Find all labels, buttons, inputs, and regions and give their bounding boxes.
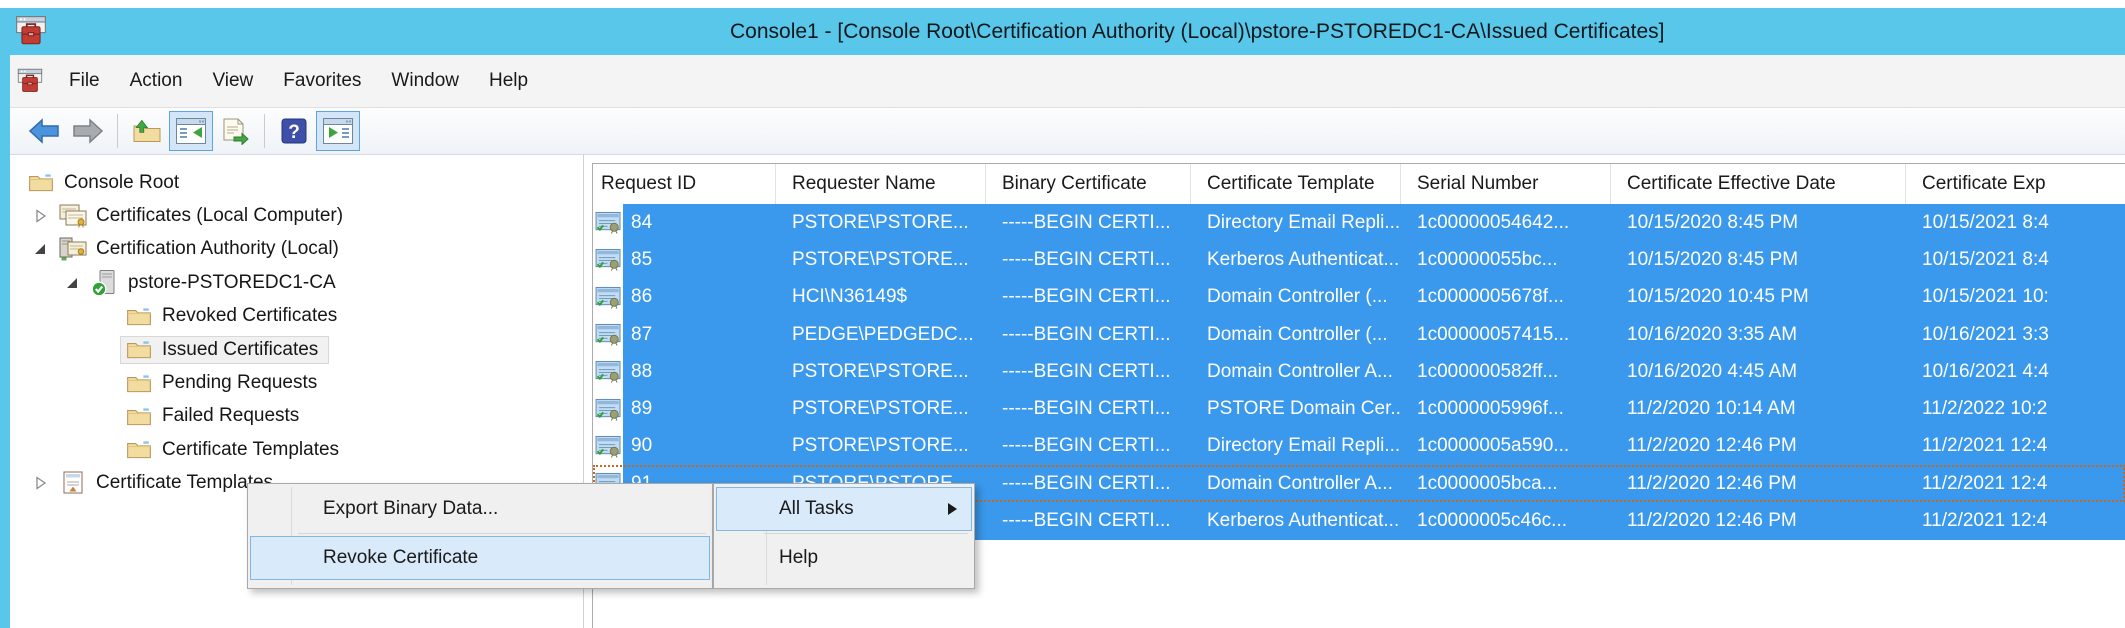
menu-help[interactable]: Help xyxy=(474,55,543,107)
forward-button[interactable] xyxy=(66,111,110,151)
toolbar: ? xyxy=(10,108,2125,155)
folder-icon xyxy=(123,373,155,394)
show-hide-action-pane-button[interactable] xyxy=(316,111,360,151)
submenu-arrow-icon xyxy=(948,503,957,515)
expand-arrow-icon[interactable] xyxy=(28,209,54,223)
menu-item-revoke-certificate[interactable]: Revoke Certificate xyxy=(250,536,710,580)
help-button[interactable]: ? xyxy=(272,111,316,151)
mmc-toolbox-icon xyxy=(16,68,44,94)
expand-arrow-icon[interactable] xyxy=(28,476,54,490)
table-row[interactable]: 84 PSTORE\PSTORE... -----BEGIN CERTI... … xyxy=(593,204,2125,241)
folder-icon xyxy=(123,439,155,460)
certificate-icon xyxy=(593,316,623,353)
context-menu: All Tasks Help xyxy=(713,483,975,589)
menu-item-help[interactable]: Help xyxy=(716,536,972,580)
window-left-border xyxy=(0,55,10,628)
tree-item-certificates-local-computer[interactable]: Certificates (Local Computer) xyxy=(10,199,583,232)
titlebar[interactable]: Console1 - [Console Root\Certification A… xyxy=(0,8,2125,55)
table-header: Request ID Requester Name Binary Certifi… xyxy=(593,164,2125,204)
certificate-icon xyxy=(593,279,623,316)
back-button[interactable] xyxy=(22,111,66,151)
tree-item-pstore-pstoredc1-ca[interactable]: pstore-PSTOREDC1-CA xyxy=(10,266,583,299)
certificates-icon xyxy=(57,203,89,229)
certificate-icon xyxy=(593,353,623,390)
window-title: Console1 - [Console Root\Certification A… xyxy=(730,8,1665,55)
menu-view[interactable]: View xyxy=(197,55,268,107)
collapse-arrow-icon[interactable] xyxy=(28,243,54,255)
tree-item-console-root[interactable]: Console Root xyxy=(10,166,583,199)
tree-item-issued-certificates[interactable]: Issued Certificates xyxy=(10,333,583,366)
tree-item-failed-requests[interactable]: Failed Requests xyxy=(10,400,583,433)
menu-favorites[interactable]: Favorites xyxy=(268,55,376,107)
export-list-button[interactable] xyxy=(213,111,257,151)
tree-item-revoked-certificates[interactable]: Revoked Certificates xyxy=(10,300,583,333)
mmc-toolbox-icon xyxy=(14,15,48,52)
folder-icon xyxy=(123,339,155,360)
tree-item-certification-authority[interactable]: Certification Authority (Local) xyxy=(10,233,583,266)
folder-icon xyxy=(123,406,155,427)
folder-icon xyxy=(123,306,155,327)
column-header-certificate-template[interactable]: Certificate Template xyxy=(1191,164,1401,204)
column-header-requester-name[interactable]: Requester Name xyxy=(776,164,986,204)
menu-item-all-tasks[interactable]: All Tasks xyxy=(716,487,972,531)
show-hide-console-tree-button[interactable] xyxy=(169,111,213,151)
column-header-request-id[interactable]: Request ID xyxy=(593,164,776,204)
menu-window[interactable]: Window xyxy=(376,55,474,107)
column-header-certificate-expiration-date[interactable]: Certificate Exp xyxy=(1906,164,2125,204)
collapse-arrow-icon[interactable] xyxy=(60,277,86,289)
menu-file[interactable]: File xyxy=(54,55,115,107)
certificate-templates-icon xyxy=(57,470,89,496)
certificate-icon xyxy=(593,241,623,278)
menu-separator xyxy=(764,533,968,534)
certification-authority-icon xyxy=(57,236,89,262)
menu-item-export-binary-data[interactable]: Export Binary Data... xyxy=(250,487,710,531)
certificate-icon xyxy=(593,390,623,427)
column-header-serial-number[interactable]: Serial Number xyxy=(1401,164,1611,204)
all-tasks-submenu: Export Binary Data... Revoke Certificate xyxy=(247,483,713,589)
table-row[interactable]: 90 PSTORE\PSTORE... -----BEGIN CERTI... … xyxy=(593,428,2125,465)
tree-item-certificate-templates-folder[interactable]: Certificate Templates xyxy=(10,433,583,466)
column-header-binary-certificate[interactable]: Binary Certificate xyxy=(986,164,1191,204)
mmc-window: Console1 - [Console Root\Certification A… xyxy=(0,0,2125,628)
column-header-certificate-effective-date[interactable]: Certificate Effective Date xyxy=(1611,164,1906,204)
menu-separator xyxy=(298,533,706,534)
table-row[interactable]: 86 HCI\N36149$ -----BEGIN CERTI... Domai… xyxy=(593,279,2125,316)
folder-icon xyxy=(25,172,57,193)
server-check-icon xyxy=(89,269,121,297)
menubar: File Action View Favorites Window Help xyxy=(10,55,2125,108)
toolbar-separator xyxy=(117,114,118,148)
svg-text:?: ? xyxy=(288,122,300,143)
up-one-level-button[interactable] xyxy=(125,111,169,151)
certificate-icon xyxy=(593,204,623,241)
certificate-icon xyxy=(593,428,623,465)
tree-item-pending-requests[interactable]: Pending Requests xyxy=(10,366,583,399)
toolbar-separator xyxy=(264,114,265,148)
table-row[interactable]: 85 PSTORE\PSTORE... -----BEGIN CERTI... … xyxy=(593,241,2125,278)
table-row[interactable]: 87 PEDGE\PEDGEDC... -----BEGIN CERTI... … xyxy=(593,316,2125,353)
menu-action[interactable]: Action xyxy=(115,55,198,107)
table-row[interactable]: 88 PSTORE\PSTORE... -----BEGIN CERTI... … xyxy=(593,353,2125,390)
table-row[interactable]: 89 PSTORE\PSTORE... -----BEGIN CERTI... … xyxy=(593,390,2125,427)
